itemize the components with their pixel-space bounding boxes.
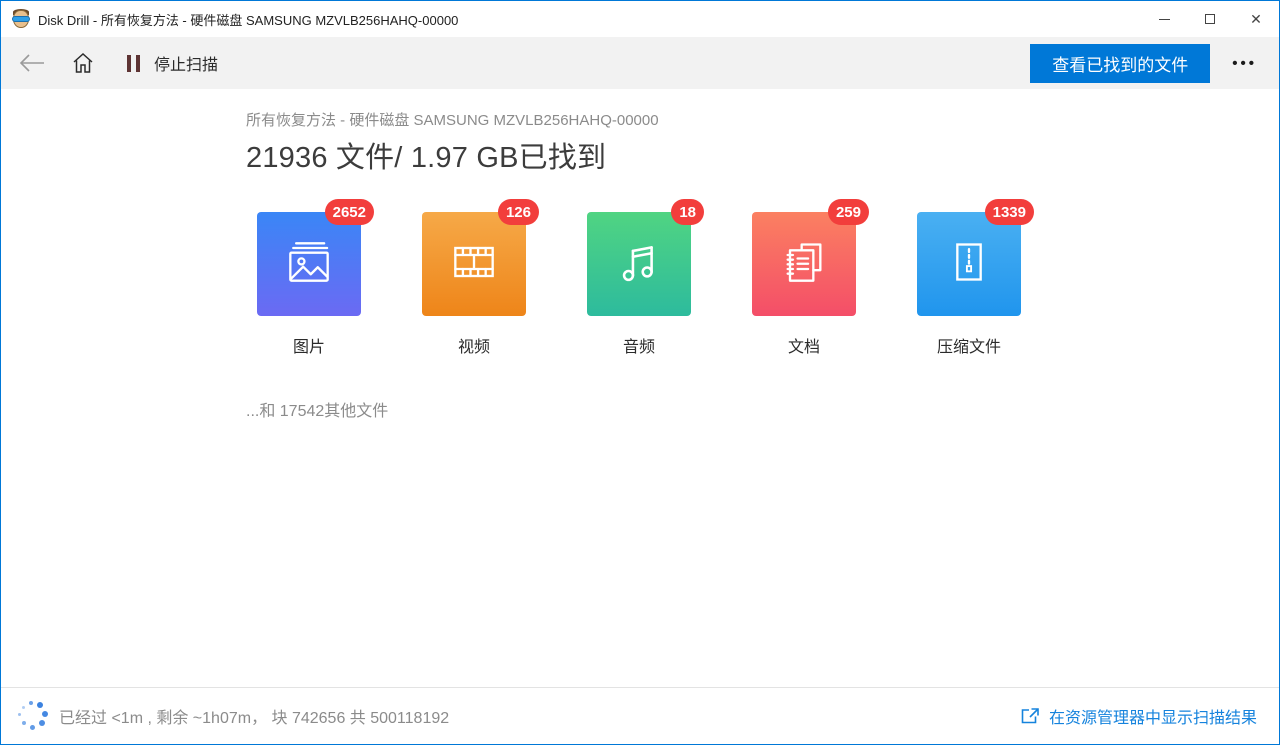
category-tile[interactable]: 2652 [257,212,361,316]
toolbar: 停止扫描 查看已找到的文件 ••• [1,37,1279,89]
category-tile[interactable]: 126 [422,212,526,316]
category-tile[interactable]: 259 [752,212,856,316]
close-icon: ✕ [1250,12,1262,26]
count-badge: 259 [828,199,869,225]
main-content: 所有恢复方法 - 硬件磁盘 SAMSUNG MZVLB256HAHQ-00000… [1,89,1279,687]
more-menu-button[interactable]: ••• [1232,55,1257,72]
category-tiles: 2652 图片 126 视频 18 音频 [257,212,1279,357]
count-badge: 1339 [985,199,1034,225]
count-badge: 18 [671,199,704,225]
category-tile-wrap: 126 视频 [422,212,526,357]
image-icon [281,234,337,295]
app-logo-icon [11,9,31,29]
minimize-icon [1159,19,1170,20]
video-icon [446,234,502,295]
stop-scan-button[interactable]: 停止扫描 [127,51,218,75]
archive-icon [941,234,997,295]
maximize-icon [1205,14,1215,24]
other-files-text: ...和 17542其他文件 [246,397,1279,421]
category-tile-wrap: 18 音频 [587,212,691,357]
progress-status-text: 已经过 <1m , 剩余 ~1h07m， 块 742656 共 50011819… [59,704,449,728]
window-title: Disk Drill - 所有恢复方法 - 硬件磁盘 SAMSUNG MZVLB… [38,10,458,29]
category-tile-wrap: 1339 压缩文件 [917,212,1021,357]
category-label: 压缩文件 [937,333,1001,357]
category-tile-wrap: 2652 图片 [257,212,361,357]
audio-icon [611,234,667,295]
category-tile[interactable]: 18 [587,212,691,316]
show-in-explorer-link[interactable]: 在资源管理器中显示扫描结果 [1020,704,1257,728]
category-tile[interactable]: 1339 [917,212,1021,316]
status-bar: 已经过 <1m , 剩余 ~1h07m， 块 742656 共 50011819… [1,687,1279,744]
count-badge: 126 [498,199,539,225]
minimize-button[interactable] [1141,1,1187,37]
show-in-explorer-label: 在资源管理器中显示扫描结果 [1049,704,1257,728]
home-icon [71,51,95,75]
count-badge: 2652 [325,199,374,225]
page-title: 21936 文件/ 1.97 GB已找到 [246,134,1279,176]
category-label: 文档 [788,333,820,357]
category-label: 音频 [623,333,655,357]
close-button[interactable]: ✕ [1233,1,1279,37]
back-button[interactable] [15,46,49,80]
view-found-files-button[interactable]: 查看已找到的文件 [1030,44,1210,83]
stop-scan-label: 停止扫描 [154,51,218,75]
home-button[interactable] [65,45,101,81]
title-bar: Disk Drill - 所有恢复方法 - 硬件磁盘 SAMSUNG MZVLB… [1,1,1279,37]
category-label: 图片 [293,333,325,357]
pause-icon [127,55,140,72]
category-label: 视频 [458,333,490,357]
document-icon [776,234,832,295]
progress-spinner-icon [17,701,47,731]
back-arrow-icon [19,53,45,73]
external-link-icon [1020,707,1040,725]
category-tile-wrap: 259 文档 [752,212,856,357]
scan-subtitle: 所有恢复方法 - 硬件磁盘 SAMSUNG MZVLB256HAHQ-00000 [246,109,1279,130]
maximize-button[interactable] [1187,1,1233,37]
